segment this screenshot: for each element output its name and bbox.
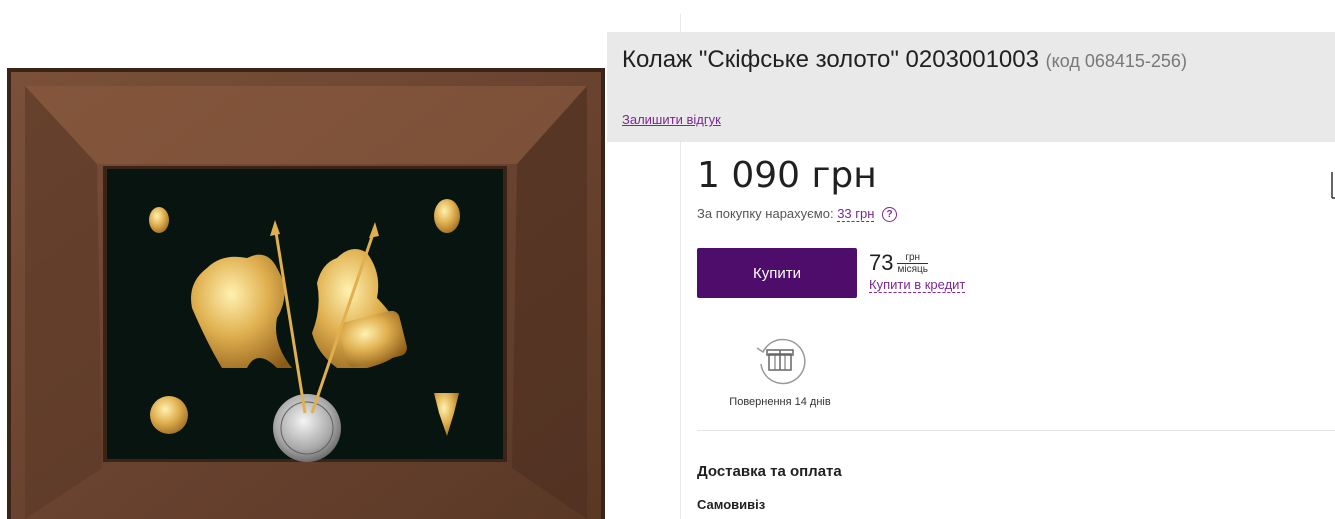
gift-return-icon bbox=[756, 338, 806, 385]
bonus-info: За покупку нарахуємо: 33 грн ? bbox=[697, 206, 898, 223]
product-image[interactable] bbox=[7, 68, 605, 519]
leave-review-link[interactable]: Залишити відгук bbox=[622, 112, 721, 127]
credit-monthly: 73 грн місяць bbox=[869, 250, 965, 276]
pickup-option[interactable]: Самовивіз bbox=[697, 497, 765, 512]
title-banner: Колаж "Скіфське золото" 0203001003 (код … bbox=[607, 32, 1335, 142]
return-policy[interactable]: Повернення 14 днів bbox=[720, 334, 840, 408]
buy-button[interactable]: Купити bbox=[697, 248, 857, 298]
delivery-title: Доставка та оплата bbox=[697, 463, 842, 480]
section-divider bbox=[697, 430, 1335, 431]
comparison-icon[interactable] bbox=[1329, 170, 1335, 200]
buy-on-credit-link[interactable]: Купити в кредит bbox=[869, 277, 966, 293]
product-price: 1 090 грн bbox=[697, 155, 877, 196]
product-code: (код 068415-256) bbox=[1045, 51, 1187, 71]
product-title-text: Колаж "Скіфське золото" 0203001003 bbox=[622, 46, 1039, 73]
bonus-prefix: За покупку нарахуємо: bbox=[697, 206, 834, 221]
collage-picture bbox=[7, 68, 605, 519]
return-label: Повернення 14 днів bbox=[729, 396, 831, 408]
product-title: Колаж "Скіфське золото" 0203001003 (код … bbox=[622, 46, 1187, 74]
credit-unit: грн місяць bbox=[897, 252, 928, 275]
credit-amount: 73 bbox=[869, 250, 894, 275]
credit-unit-period: місяць bbox=[897, 263, 928, 275]
bonus-amount-link[interactable]: 33 грн bbox=[837, 206, 875, 222]
question-help-icon[interactable]: ? bbox=[882, 207, 898, 223]
credit-block: 73 грн місяць Купити в кредит bbox=[869, 250, 966, 294]
credit-unit-currency: грн bbox=[897, 252, 928, 264]
